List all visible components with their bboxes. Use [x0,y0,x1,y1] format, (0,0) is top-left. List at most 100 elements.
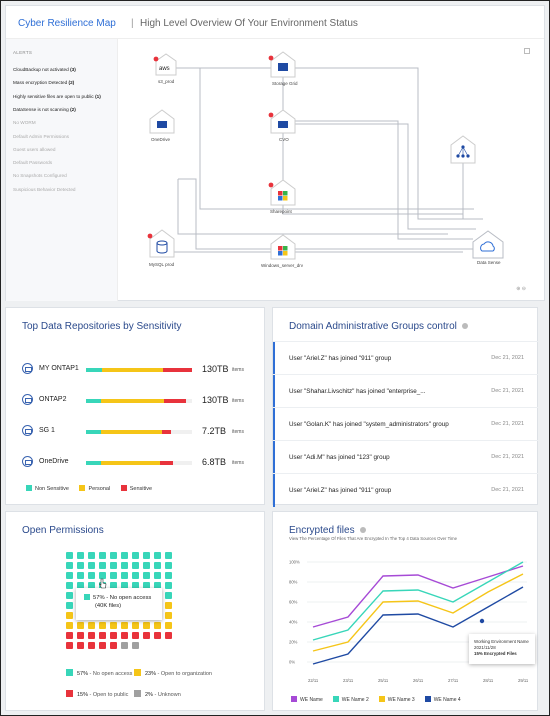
sensitivity-bar [86,461,192,465]
permission-cell-public [165,632,172,639]
permission-cell-no-open [77,572,84,579]
y-tick-label: 60% [289,600,298,605]
permission-cell-public [110,632,117,639]
info-icon[interactable] [461,323,468,329]
svg-text:Storage Grid: Storage Grid [272,81,298,86]
permission-cell-no-open [165,572,172,579]
series-legend-item[interactable]: WE Name 4 [424,696,461,703]
permission-cell-org [132,622,139,629]
series-legend-item[interactable]: WE Name [291,696,323,703]
alert-item[interactable]: Suspicious Behavior Detected [13,187,76,192]
permission-cell-org [77,622,84,629]
encrypted-files-card: Encrypted files View The Percentage Of F… [272,511,538,711]
group-activity-row[interactable]: User "Ariel.Z" has joined "911" group Dec… [273,473,538,507]
bar-non-sensitive [86,430,101,434]
repo-row[interactable]: OneDrive 6.8TB items [22,453,258,471]
group-activity-row[interactable]: User "Ariel.Z" has joined "911" group Dec… [273,341,538,375]
y-tick-label: 100% [289,560,300,565]
data-sense-node[interactable]: Data Sense [472,230,504,265]
domain-admin-groups-card: Domain Administrative Groups control Use… [272,307,538,507]
top-repositories-card: Top Data Repositories by Sensitivity MY … [5,307,265,505]
svg-text:s3_prod: s3_prod [158,79,175,84]
permission-cell-no-open [77,552,84,559]
group-activity-row[interactable]: User "Golan.K" has joined "system_admini… [273,407,538,441]
onedrive-node[interactable]: OneDrive [149,109,175,142]
permission-cell-org [66,612,73,619]
sensitivity-bar [86,368,192,372]
permission-cell-no-open [121,552,128,559]
permission-cell-no-open [88,572,95,579]
repo-row[interactable]: ONTAP2 130TB items [22,391,258,409]
alerts-heading: ALERTS [13,50,33,55]
sharepoint-icon [278,191,283,196]
bar-non-sensitive [86,368,102,372]
repository-icon [22,363,33,374]
alert-item[interactable]: Default Passwords [13,160,52,165]
permission-cell-no-open [88,552,95,559]
permission-cell-org [99,622,106,629]
sharepoint-node[interactable]: Sharepoint [268,179,296,214]
series-legend-item[interactable]: WE Name 2 [332,696,369,703]
permission-cell-no-open [132,552,139,559]
repo-size: 130TB [202,364,229,374]
alert-item[interactable]: No Snapshots Configured [13,173,67,178]
chart-tooltip: Working Environment Name 2021/11/28 15% … [469,634,535,664]
permissions-legend-item: 2% - Unknown [134,690,181,698]
group-activity-text: User "Golan.K" has joined "system_admini… [289,421,449,428]
encrypted-subtitle: View The Percentage Of Files That Are En… [289,536,457,541]
repo-unit: items [232,429,244,435]
permission-cell-no-open [88,562,95,569]
repo-unit: items [232,367,244,373]
alert-item[interactable]: Default Admin Permissions [13,134,69,139]
repo-row[interactable]: SG 1 7.2TB items [22,422,258,440]
legend-sensitive: Sensitive [120,485,152,492]
bar-non-sensitive [86,399,101,403]
repo-name: MY ONTAP1 [39,365,79,372]
alerts-panel: ALERTS CloudBackup not activated (3) Mass… [6,39,118,301]
permission-cell-no-open [165,562,172,569]
sensitivity-bar [86,430,192,434]
alert-item[interactable]: Highly sensitive files are open to publi… [13,94,101,99]
map-connections [166,64,483,253]
alert-item[interactable]: Mass encryption Detected (2) [13,80,74,85]
cvo-node[interactable]: CVO [268,109,296,142]
permissions-legend-item: 23% - Open to organization [134,669,212,677]
cyber-resilience-map-card: Cyber Resilience Map | High Level Overvi… [5,5,545,301]
bar-personal [100,461,161,465]
open-permissions-card: Open Permissions 57% - No open access (4… [5,511,265,711]
alert-item[interactable]: DataSense is not scanning (2) [13,107,76,112]
storage-grid-node[interactable]: Storage Grid [268,51,298,86]
s3-prod-node[interactable]: aws s3_prod [153,53,177,84]
permission-cell-public [88,632,95,639]
zoom-controls[interactable]: ⊕ ⊖ [516,286,526,292]
info-icon[interactable] [359,527,366,533]
alert-dot [153,56,159,62]
permission-cell-unknown [121,642,128,649]
group-activity-date: Dec 21, 2021 [491,355,524,361]
windows-icon [278,246,283,251]
groups-title: Domain Administrative Groups control [289,321,468,332]
network-node[interactable] [450,135,476,164]
repo-name: ONTAP2 [39,396,67,403]
svg-text:Windows_server_drv: Windows_server_drv [261,263,304,268]
alert-item[interactable]: Guest users allowed [13,147,55,152]
permission-cell-public [77,642,84,649]
permission-cell-public [66,642,73,649]
series-legend-item[interactable]: WE Name 3 [378,696,415,703]
legend-personal: Personal [79,485,110,492]
group-activity-row[interactable]: User "Shahar.Livschitz" has joined "ente… [273,374,538,408]
alert-item[interactable]: CloudBackup not activated (3) [13,67,76,72]
hover-point[interactable] [479,618,485,624]
permission-cell-public [88,642,95,649]
series-line-1[interactable] [312,565,524,628]
encrypted-line-chart[interactable]: 100% 80% 60% 40% 20% 0% 22/11 23/11 25/11 26/11 27… [273,548,539,692]
group-activity-row[interactable]: User "Adi.M" has joined "123" group Dec 2… [273,440,538,474]
alert-item[interactable]: No WORM [13,120,36,125]
permission-cell-org [165,602,172,609]
x-tick-label: 29/11 [518,678,529,683]
repo-size: 7.2TB [202,426,227,436]
repo-row[interactable]: MY ONTAP1 130TB items [22,360,258,378]
row-accent [273,441,275,474]
permission-cell-public [154,632,161,639]
mysql-prod-node[interactable]: MySQL prod [147,229,175,267]
